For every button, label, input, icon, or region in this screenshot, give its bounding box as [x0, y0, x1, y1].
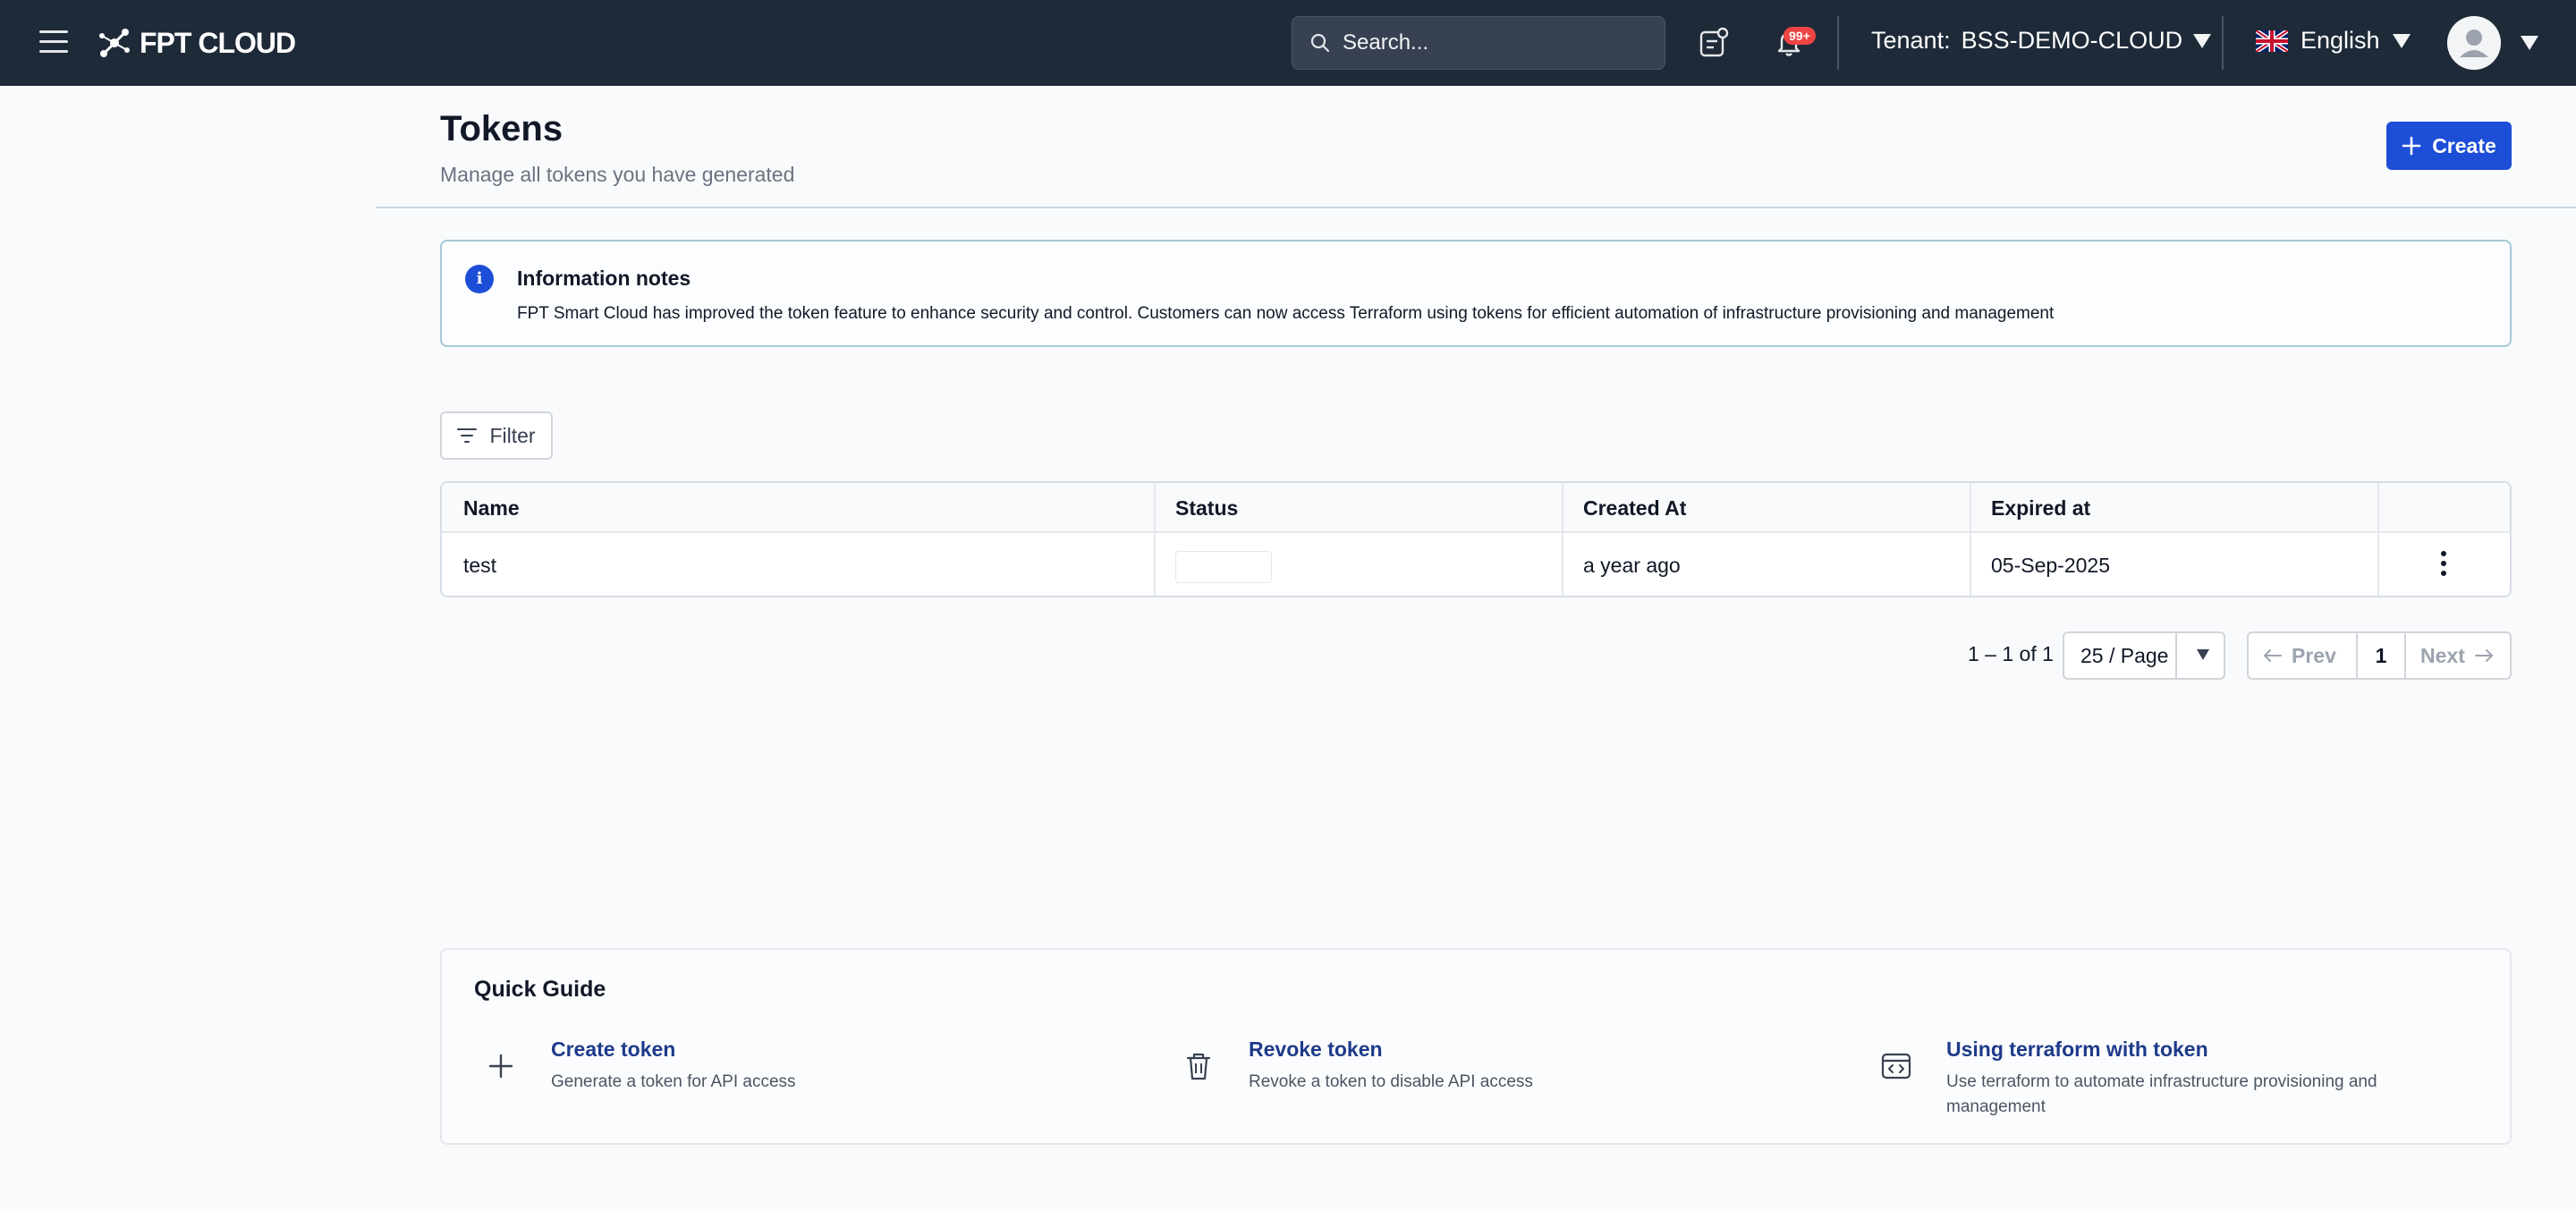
- page-title: Tokens: [440, 109, 564, 148]
- quick-guide: Quick Guide Create token Generate a toke…: [440, 948, 2512, 1145]
- prev-label: Prev: [2292, 643, 2336, 667]
- tenant-label: Tenant:: [1871, 27, 1951, 54]
- cell-status: [1154, 533, 1333, 596]
- next-page-button[interactable]: Next: [2406, 633, 2508, 678]
- avatar-caret-down-icon[interactable]: [2521, 36, 2538, 50]
- plus-icon: [2402, 136, 2421, 156]
- column-header-status[interactable]: Status: [1154, 483, 1238, 533]
- filter-button[interactable]: Filter: [440, 411, 553, 460]
- arrow-left-icon: [2264, 649, 2282, 662]
- plus-icon: [488, 1054, 513, 1079]
- page-size-value: 25 / Page: [2080, 644, 2169, 667]
- quick-guide-title: Quick Guide: [474, 977, 606, 1002]
- notification-badge: 99+: [1784, 27, 1816, 45]
- search-box[interactable]: [1292, 16, 1665, 70]
- cell-created-at: a year ago: [1583, 554, 1681, 577]
- column-divider: [2377, 483, 2379, 596]
- trash-icon: [1186, 1053, 1211, 1080]
- language-label: English: [2301, 27, 2380, 54]
- guide-item-desc: Revoke a token to disable API access: [1249, 1072, 1533, 1091]
- arrow-right-icon: [2474, 649, 2493, 662]
- caret-down-icon: [2197, 649, 2209, 660]
- caret-down-icon: [2193, 33, 2212, 48]
- column-header-name[interactable]: Name: [442, 483, 520, 533]
- logo-mark-icon: [99, 29, 130, 57]
- filter-icon: [457, 428, 478, 443]
- search-input[interactable]: [1343, 30, 1647, 55]
- page-subtitle: Manage all tokens you have generated: [440, 163, 795, 186]
- pagination-range: 1 – 1 of 1: [1968, 642, 2054, 665]
- uk-flag-icon: [2256, 30, 2288, 52]
- top-navbar: FPT CLOUD 99+ Tenant: BSS-DEMO-CLOUD: [0, 0, 2576, 86]
- row-actions-kebab-icon[interactable]: [2438, 551, 2449, 580]
- info-icon: i: [465, 265, 494, 293]
- user-avatar[interactable]: [2447, 16, 2501, 70]
- guide-item-revoke-token[interactable]: Revoke token Revoke a token to disable A…: [1181, 1037, 1807, 1118]
- guide-item-title[interactable]: Create token: [551, 1037, 675, 1062]
- tasks-icon[interactable]: [1698, 27, 1730, 59]
- navbar-divider: [2222, 16, 2224, 70]
- fpt-cloud-logo[interactable]: FPT CLOUD: [97, 25, 296, 61]
- tenant-value: BSS-DEMO-CLOUD: [1961, 27, 2183, 54]
- prev-page-button[interactable]: Prev: [2249, 633, 2356, 678]
- tokens-table: Name Status Created At Expired at test a…: [440, 481, 2512, 597]
- guide-item-title[interactable]: Using terraform with token: [1946, 1037, 2208, 1062]
- filter-label: Filter: [489, 423, 536, 447]
- pager: Prev 1 Next: [2247, 631, 2512, 680]
- create-token-button[interactable]: Create: [2386, 122, 2512, 170]
- information-notes: i Information notes FPT Smart Cloud has …: [440, 240, 2512, 347]
- guide-item-title[interactable]: Revoke token: [1249, 1037, 1383, 1062]
- tenant-selector[interactable]: Tenant: BSS-DEMO-CLOUD: [1871, 27, 2212, 55]
- column-header-created-at[interactable]: Created At: [1562, 483, 1686, 533]
- header-divider: [376, 207, 2576, 208]
- guide-item-create-token[interactable]: Create token Generate a token for API ac…: [483, 1037, 1109, 1118]
- guide-item-desc: Generate a token for API access: [551, 1072, 796, 1091]
- status-badge: [1175, 551, 1272, 583]
- cell-name: test: [463, 554, 497, 577]
- guide-item-terraform[interactable]: Using terraform with token Use terraform…: [1878, 1037, 2433, 1136]
- info-title: Information notes: [517, 267, 691, 290]
- page-size-select[interactable]: 25 / Page: [2063, 631, 2225, 680]
- code-window-icon: [1881, 1053, 1911, 1080]
- logo-text: FPT CLOUD: [140, 26, 296, 59]
- caret-down-icon: [2392, 33, 2411, 48]
- cell-expired-at: 05-Sep-2025: [1991, 554, 2110, 577]
- info-text: FPT Smart Cloud has improved the token f…: [517, 304, 2055, 323]
- hamburger-menu-icon[interactable]: [39, 30, 68, 55]
- user-icon: [2447, 16, 2501, 70]
- navbar-divider: [1837, 16, 1839, 70]
- create-button-label: Create: [2432, 133, 2496, 157]
- column-header-expired-at[interactable]: Expired at: [1970, 483, 2090, 533]
- guide-item-desc: Use terraform to automate infrastructure…: [1946, 1072, 2377, 1116]
- next-label: Next: [2420, 643, 2465, 667]
- page-size-divider: [2175, 633, 2177, 678]
- search-icon: [1310, 33, 1330, 53]
- table-header: [442, 483, 2510, 533]
- page-number-current[interactable]: 1: [2356, 633, 2406, 678]
- language-selector[interactable]: English: [2256, 27, 2411, 55]
